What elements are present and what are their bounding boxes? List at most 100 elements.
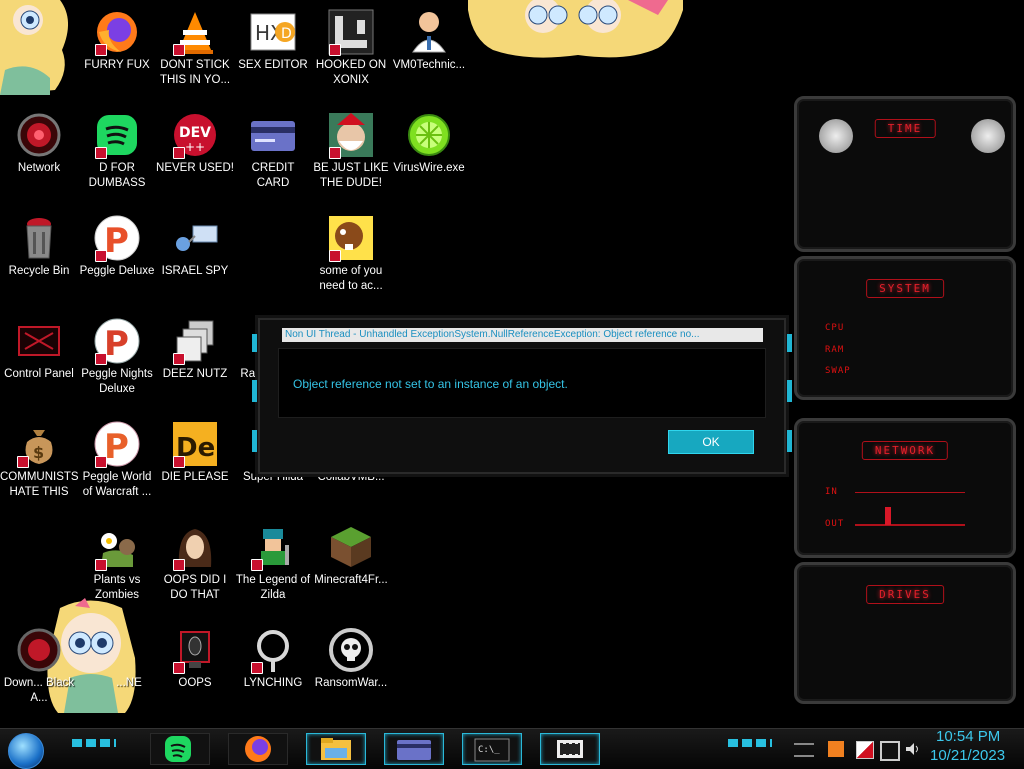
desktop-icon-peggle-deluxe[interactable]: P Peggle Deluxe <box>78 210 156 279</box>
spotify-icon <box>93 111 141 159</box>
desktop-icon-never-used[interactable]: DEV ++ NEVER USED! <box>156 107 234 176</box>
svg-text:C:\_: C:\_ <box>478 745 500 755</box>
desktop-icon-peggle-nights[interactable]: P Peggle Nights Deluxe <box>78 313 156 397</box>
star-character-sticker-topcenter <box>468 0 683 58</box>
credit-card-icon <box>249 111 297 159</box>
desktop-icon-vm0technic[interactable]: VM0Technic... <box>390 4 468 73</box>
network-orb-icon <box>15 111 63 159</box>
desktop-icon-lynching[interactable]: LYNCHING <box>234 622 312 691</box>
dialog-left-glow <box>252 430 257 452</box>
time-gadget: TIME <box>794 96 1016 252</box>
doctor-icon <box>405 8 453 56</box>
red-orb-icon <box>105 626 153 674</box>
icon-label: DIE PLEASE <box>161 471 229 483</box>
icon-label: NEVER USED! <box>156 162 234 174</box>
svg-text:P: P <box>104 427 129 467</box>
desktop-icon-israel-spy[interactable]: ISRAEL SPY <box>156 210 234 279</box>
svg-text:D: D <box>281 26 292 42</box>
star-character-sticker-topleft <box>0 0 75 95</box>
desktop-icon-viruswire[interactable]: VirusWire.exe <box>390 107 468 176</box>
notepad-icon[interactable] <box>828 741 844 757</box>
desktop-icon-communists[interactable]: $ COMMUNISTS HATE THIS G... <box>0 416 78 500</box>
desktop: FURRY FUX DONT STICK THIS IN YO... HX D S… <box>0 0 1024 728</box>
dev-cpp-icon: DEV ++ <box>171 111 219 159</box>
desktop-icon-recycle-bin[interactable]: Recycle Bin <box>0 210 78 279</box>
taskbar-spotify[interactable] <box>150 733 210 765</box>
dialog-right-glow <box>787 334 792 352</box>
alien-head-icon <box>971 119 1005 153</box>
firefox-icon <box>93 8 141 56</box>
taskbar-firefox[interactable] <box>228 733 288 765</box>
portrait-icon <box>171 523 219 571</box>
system-gadget: SYSTEM CPU RAM SWAP <box>794 256 1016 400</box>
desktop-icon-be-just-like-the-dude[interactable]: BE JUST LIKE THE DUDE! <box>312 107 390 191</box>
desktop-icon-deez-nutz[interactable]: DEEZ NUTZ <box>156 313 234 382</box>
desktop-icon-die-please[interactable]: De DIE PLEASE <box>156 416 234 485</box>
icon-label: BE JUST LIKE THE DUDE! <box>313 162 389 189</box>
desktop-icon-ransomware[interactable]: RansomWar... <box>312 622 390 691</box>
system-gadget-header: SYSTEM <box>866 279 944 298</box>
icon-label: Plants vs Zombies <box>93 574 141 601</box>
volume-icon[interactable] <box>904 741 920 757</box>
svg-text:P: P <box>104 221 129 261</box>
ok-button[interactable]: OK <box>668 430 754 454</box>
desktop-icon-credit-card-checker[interactable]: CREDIT CARD CHECKER <box>234 107 312 191</box>
taskbar-accent-right <box>728 739 772 747</box>
icon-label: Recycle Bin <box>8 265 70 277</box>
icon-label: Peggle Nights Deluxe <box>81 368 153 395</box>
dialog-title: Non UI Thread - Unhandled ExceptionSyste… <box>282 328 763 342</box>
desktop-icon-minecraft[interactable]: Minecraft4Fr... <box>312 519 390 588</box>
desktop-icon-oops-did-i-do-that[interactable]: OOPS DID I DO THAT <box>156 519 234 603</box>
icon-label: FURRY FUX <box>84 59 150 71</box>
taskbar: C:\_ <box>0 728 1024 769</box>
taskbar-credit-card[interactable] <box>384 733 444 765</box>
icon-label: Peggle World of Warcraft ... <box>82 471 152 498</box>
clock-date[interactable]: 10/21/2023 <box>930 747 1005 764</box>
taskbar-video-player[interactable] <box>540 733 600 765</box>
time-gadget-header: TIME <box>874 119 936 138</box>
network-orb-icon <box>15 626 63 674</box>
ram-stat-label: RAM <box>825 345 845 355</box>
desktop-icon-control-panel[interactable]: Control Panel <box>0 313 78 382</box>
beaver-icon <box>327 214 375 262</box>
desktop-icon-oops[interactable]: OOPS <box>156 622 234 691</box>
rope-icon <box>249 626 297 674</box>
start-orb-icon[interactable] <box>8 733 44 769</box>
desktop-icon-network[interactable]: Network <box>0 107 78 176</box>
icon-label: DEEZ NUTZ <box>162 368 228 380</box>
clock-time[interactable]: 10:54 PM <box>936 728 1000 745</box>
icon-label: D FOR DUMBASS <box>88 162 146 189</box>
icon-label: Control Panel <box>4 368 74 380</box>
icon-label: OOPS <box>178 677 212 689</box>
hex-editor-icon: HX D <box>249 8 297 56</box>
icon-label: Down... Black A... <box>3 677 75 704</box>
taskbar-command-prompt[interactable]: C:\_ <box>462 733 522 765</box>
plants-zombies-icon <box>93 523 141 571</box>
icon-label: Network <box>17 162 61 174</box>
desktop-icon-plants-vs-zombies[interactable]: Plants vs Zombies <box>78 519 156 603</box>
desktop-icon-sex-editor[interactable]: HX D SEX EDITOR <box>234 4 312 73</box>
vlc-cone-icon <box>171 8 219 56</box>
dialog-body: Object reference not set to an instance … <box>278 348 766 418</box>
santa-dude-icon <box>327 111 375 159</box>
svg-text:DEV: DEV <box>179 125 211 141</box>
taskbar-file-explorer[interactable] <box>306 733 366 765</box>
desktop-icon-legend-of-zilda[interactable]: The Legend of Zilda <box>234 519 312 603</box>
show-hidden-icons-icon[interactable] <box>794 743 814 757</box>
desktop-icon-peggle-wow[interactable]: P Peggle World of Warcraft ... <box>78 416 156 500</box>
desktop-icon-furry-fux[interactable]: FURRY FUX <box>78 4 156 73</box>
network-icon[interactable] <box>880 741 900 761</box>
desktop-icon-hooked-on-xonix[interactable]: HOOKED ON XONIX <box>312 4 390 88</box>
desktop-icon-down-black[interactable]: Down... Black A... <box>0 622 78 706</box>
network-computer-icon <box>171 214 219 262</box>
drives-gadget: DRIVES <box>794 562 1016 704</box>
xonix-game-icon <box>327 8 375 56</box>
flag-icon[interactable] <box>856 741 874 759</box>
dialog-left-glow <box>252 334 257 352</box>
desktop-icon-d-for-dumbass[interactable]: D FOR DUMBASS <box>78 107 156 191</box>
icon-label: RansomWar... <box>314 677 388 689</box>
desktop-icon-dont-stick[interactable]: DONT STICK THIS IN YO... <box>156 4 234 88</box>
network-gadget-header: NETWORK <box>861 441 949 460</box>
icon-label: VM0Technic... <box>392 59 466 71</box>
desktop-icon-some-of-you[interactable]: some of you need to ac... <box>312 210 390 294</box>
